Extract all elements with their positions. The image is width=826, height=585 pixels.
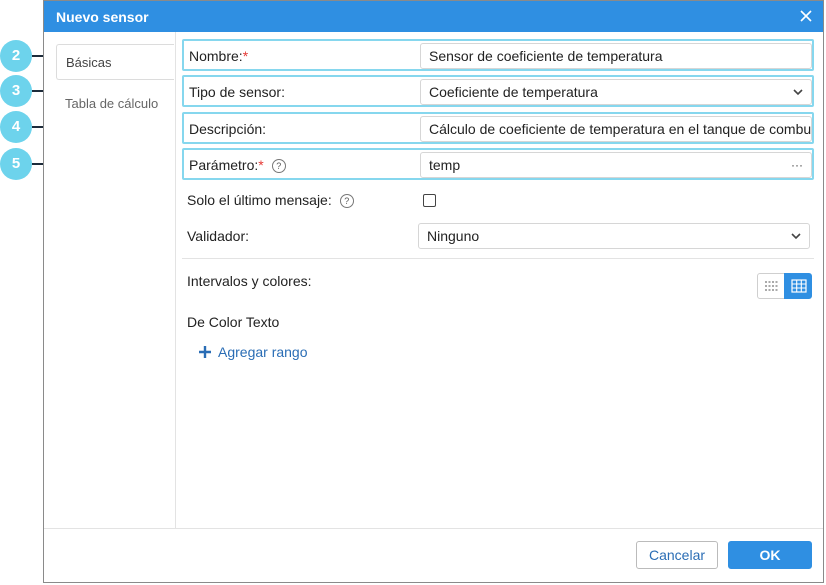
validator-select[interactable]: Ninguno xyxy=(418,223,810,249)
close-icon[interactable] xyxy=(799,9,813,23)
chevron-down-icon xyxy=(793,89,803,96)
required-mark: * xyxy=(242,48,249,64)
callout-4: 4 xyxy=(0,111,32,143)
dialog-titlebar: Nuevo sensor xyxy=(44,1,823,32)
sensor-type-select[interactable]: Coeficiente de temperatura xyxy=(420,79,812,105)
new-sensor-dialog: Nuevo sensor Básicas Tabla de cálculo No… xyxy=(43,0,824,583)
ok-button[interactable]: OK xyxy=(728,541,812,569)
form-panel: Nombre:* Sensor de coeficiente de temper… xyxy=(176,32,823,529)
last-message-checkbox[interactable] xyxy=(423,194,436,207)
text-view-icon xyxy=(765,281,779,291)
add-range-label: Agregar rango xyxy=(218,344,308,360)
text-view-button[interactable] xyxy=(757,273,785,299)
validator-row: Validador: Ninguno xyxy=(182,221,814,253)
tab-basics[interactable]: Básicas xyxy=(56,44,174,80)
section-divider xyxy=(182,258,814,259)
table-view-button[interactable] xyxy=(784,273,812,299)
view-toggle xyxy=(757,273,813,299)
sensor-type-label: Tipo de sensor: xyxy=(189,84,285,100)
callout-5: 5 xyxy=(0,148,32,180)
intervals-columns: De Color Texto xyxy=(187,314,280,330)
required-mark: * xyxy=(258,157,264,173)
more-icon[interactable]: ··· xyxy=(791,153,803,177)
table-view-icon xyxy=(791,279,807,293)
intervals-title: Intervalos y colores: xyxy=(187,273,312,289)
help-icon[interactable]: ? xyxy=(271,159,286,173)
name-row: Nombre:* Sensor de coeficiente de temper… xyxy=(182,39,814,71)
plus-icon xyxy=(199,346,211,358)
validator-label: Validador: xyxy=(187,228,250,244)
callout-3: 3 xyxy=(0,75,32,107)
sensor-type-row: Tipo de sensor: Coeficiente de temperatu… xyxy=(182,75,814,107)
tab-sidebar: Básicas Tabla de cálculo xyxy=(44,32,176,529)
add-range-button[interactable]: Agregar rango xyxy=(198,344,308,360)
help-icon[interactable]: ? xyxy=(339,194,354,208)
name-input[interactable]: Sensor de coeficiente de temperatura xyxy=(420,43,812,69)
parameter-input[interactable]: temp ··· xyxy=(420,152,812,178)
description-label: Descripción: xyxy=(189,121,267,137)
last-message-label: Solo el último mensaje:? xyxy=(187,192,354,208)
tab-calculation-table[interactable]: Tabla de cálculo xyxy=(56,86,174,122)
last-message-row: Solo el último mensaje:? xyxy=(182,185,814,217)
description-input[interactable]: Cálculo de coeficiente de temperatura en… xyxy=(420,116,812,142)
dialog-title: Nuevo sensor xyxy=(56,9,149,25)
callout-2: 2 xyxy=(0,40,32,72)
description-row: Descripción: Cálculo de coeficiente de t… xyxy=(182,112,814,144)
sensor-type-value: Coeficiente de temperatura xyxy=(429,84,598,100)
parameter-row: Parámetro:*? temp ··· xyxy=(182,148,814,180)
parameter-value: temp xyxy=(429,157,461,173)
validator-value: Ninguno xyxy=(427,228,480,244)
parameter-label: Parámetro:*? xyxy=(189,157,286,173)
cancel-button[interactable]: Cancelar xyxy=(636,541,718,569)
name-label: Nombre:* xyxy=(189,48,249,64)
chevron-down-icon xyxy=(791,233,801,240)
dialog-footer: Cancelar OK xyxy=(44,528,823,582)
